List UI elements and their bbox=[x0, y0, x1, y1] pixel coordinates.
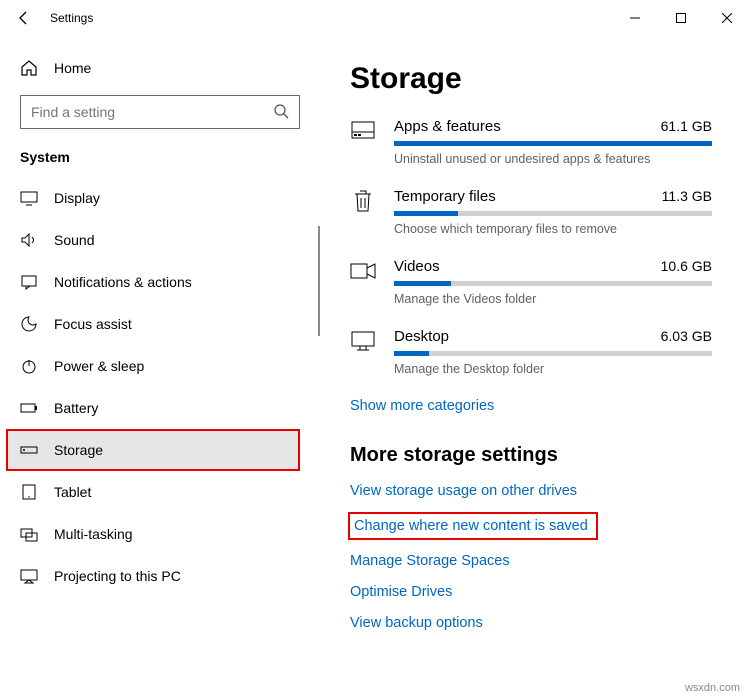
window-title: Settings bbox=[50, 11, 93, 25]
sidebar-item-label: Projecting to this PC bbox=[54, 568, 181, 584]
sidebar-item-battery[interactable]: Battery bbox=[0, 387, 320, 429]
storage-name: Temporary files bbox=[394, 188, 496, 205]
back-button[interactable] bbox=[10, 4, 38, 32]
storage-size: 11.3 GB bbox=[662, 188, 712, 204]
storage-desc: Manage the Desktop folder bbox=[394, 362, 712, 376]
link-change-save-location[interactable]: Change where new content is saved bbox=[354, 518, 588, 534]
sidebar-item-power-sleep[interactable]: Power & sleep bbox=[0, 345, 320, 387]
sidebar-item-focus-assist[interactable]: Focus assist bbox=[0, 303, 320, 345]
storage-size: 61.1 GB bbox=[661, 118, 712, 134]
maximize-button[interactable] bbox=[658, 2, 704, 34]
notifications-icon bbox=[20, 273, 38, 291]
storage-row-desktop[interactable]: Desktop 6.03 GB Manage the Desktop folder bbox=[350, 328, 712, 376]
storage-desc: Manage the Videos folder bbox=[394, 292, 712, 306]
storage-bar bbox=[394, 281, 712, 286]
video-icon bbox=[350, 258, 376, 284]
projecting-icon bbox=[20, 567, 38, 585]
sidebar-item-sound[interactable]: Sound bbox=[0, 219, 320, 261]
link-backup-options[interactable]: View backup options bbox=[350, 615, 712, 631]
storage-bar bbox=[394, 211, 712, 216]
storage-name: Videos bbox=[394, 258, 440, 275]
apps-icon bbox=[350, 118, 376, 144]
main-panel: Storage Apps & features 61.1 GB Uninstall… bbox=[320, 36, 750, 700]
sidebar-item-label: Notifications & actions bbox=[54, 274, 192, 290]
storage-row-videos[interactable]: Videos 10.6 GB Manage the Videos folder bbox=[350, 258, 712, 306]
sidebar-item-multitasking[interactable]: Multi-tasking bbox=[0, 513, 320, 555]
link-optimise-drives[interactable]: Optimise Drives bbox=[350, 584, 712, 600]
search-icon bbox=[273, 103, 289, 122]
sidebar-item-tablet[interactable]: Tablet bbox=[0, 471, 320, 513]
focus-assist-icon bbox=[20, 315, 38, 333]
home-icon bbox=[20, 59, 38, 77]
sidebar-item-label: Storage bbox=[54, 442, 103, 458]
storage-name: Apps & features bbox=[394, 118, 501, 135]
sidebar: Home System Display Sound bbox=[0, 36, 320, 700]
sidebar-item-projecting[interactable]: Projecting to this PC bbox=[0, 555, 320, 597]
sidebar-item-label: Display bbox=[54, 190, 100, 206]
storage-desc: Choose which temporary files to remove bbox=[394, 222, 712, 236]
scrollbar[interactable] bbox=[318, 226, 320, 336]
storage-row-temp[interactable]: Temporary files 11.3 GB Choose which temp… bbox=[350, 188, 712, 236]
watermark: wsxdn.com bbox=[685, 682, 740, 694]
storage-size: 6.03 GB bbox=[661, 328, 712, 344]
sidebar-item-label: Focus assist bbox=[54, 316, 132, 332]
storage-bar bbox=[394, 141, 712, 146]
minimize-button[interactable] bbox=[612, 2, 658, 34]
window-controls bbox=[612, 2, 750, 34]
power-icon bbox=[20, 357, 38, 375]
close-button[interactable] bbox=[704, 2, 750, 34]
sidebar-item-label: Battery bbox=[54, 400, 98, 416]
titlebar: Settings bbox=[0, 0, 750, 36]
more-settings-heading: More storage settings bbox=[350, 444, 712, 467]
storage-size: 10.6 GB bbox=[661, 258, 712, 274]
storage-name: Desktop bbox=[394, 328, 449, 345]
sidebar-item-label: Multi-tasking bbox=[54, 526, 133, 542]
sidebar-item-label: Power & sleep bbox=[54, 358, 144, 374]
storage-icon bbox=[20, 441, 38, 459]
sidebar-home-label: Home bbox=[54, 60, 91, 76]
sidebar-item-notifications[interactable]: Notifications & actions bbox=[0, 261, 320, 303]
sound-icon bbox=[20, 231, 38, 249]
storage-row-apps[interactable]: Apps & features 61.1 GB Uninstall unused … bbox=[350, 118, 712, 166]
page-title: Storage bbox=[350, 62, 712, 96]
battery-icon bbox=[20, 399, 38, 417]
show-more-link[interactable]: Show more categories bbox=[350, 398, 712, 414]
desktop-icon bbox=[350, 328, 376, 354]
sidebar-item-label: Tablet bbox=[54, 484, 91, 500]
link-storage-spaces[interactable]: Manage Storage Spaces bbox=[350, 553, 712, 569]
link-other-drives[interactable]: View storage usage on other drives bbox=[350, 483, 712, 499]
storage-desc: Uninstall unused or undesired apps & fea… bbox=[394, 152, 712, 166]
search-input[interactable] bbox=[31, 104, 273, 120]
sidebar-item-label: Sound bbox=[54, 232, 94, 248]
search-box[interactable] bbox=[20, 95, 300, 129]
sidebar-item-storage[interactable]: Storage bbox=[6, 429, 300, 471]
sidebar-home[interactable]: Home bbox=[0, 51, 320, 85]
storage-bar bbox=[394, 351, 712, 356]
display-icon bbox=[20, 189, 38, 207]
tablet-icon bbox=[20, 483, 38, 501]
multitasking-icon bbox=[20, 525, 38, 543]
sidebar-section-label: System bbox=[0, 143, 320, 177]
trash-icon bbox=[350, 188, 376, 214]
sidebar-item-display[interactable]: Display bbox=[0, 177, 320, 219]
